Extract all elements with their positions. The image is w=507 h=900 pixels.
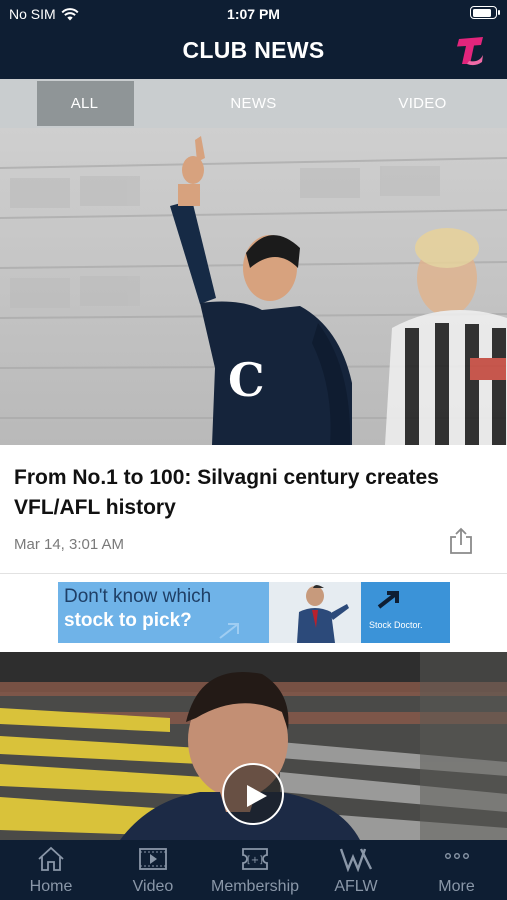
tab-news-label: NEWS	[230, 95, 277, 112]
nav-aflw-label: AFLW	[334, 878, 378, 895]
ad-arrow-icon	[219, 623, 239, 639]
telstra-logo-icon[interactable]	[453, 33, 487, 67]
nav-home-label: Home	[29, 878, 73, 895]
tab-video-label: VIDEO	[398, 95, 447, 112]
tab-news[interactable]: NEWS	[169, 79, 338, 128]
ad-brand-label: Stock Doctor.	[369, 620, 423, 630]
battery-icon	[470, 6, 500, 19]
nav-more[interactable]: More	[406, 840, 507, 900]
tab-all[interactable]: ALL	[0, 79, 169, 128]
play-button[interactable]	[222, 763, 284, 825]
nav-more-label: More	[438, 878, 475, 895]
divider	[0, 573, 507, 574]
nav-video[interactable]: Video	[102, 840, 204, 900]
video-icon	[139, 848, 167, 870]
page-title: CLUB NEWS	[182, 37, 325, 63]
app-screen: No SIM 1:07 PM CLUB NEWS ALL NEWS VIDEO	[0, 0, 507, 900]
svg-text:C: C	[228, 353, 265, 407]
featured-article-image[interactable]: C	[0, 128, 507, 445]
ad-headline-line2: stock to pick?	[64, 610, 192, 631]
more-icon	[444, 852, 469, 859]
nav-aflw[interactable]: AFLW	[306, 840, 406, 900]
ad-brand-arrow-icon	[377, 591, 399, 609]
top-bar: No SIM 1:07 PM CLUB NEWS	[0, 0, 507, 79]
battery-level	[472, 8, 492, 17]
nav-membership-label: Membership	[210, 878, 300, 895]
nav-membership[interactable]: [+] Membership	[204, 840, 306, 900]
player-photo: C	[0, 128, 507, 445]
ad-photo	[269, 582, 361, 643]
filter-tabs: ALL NEWS VIDEO	[0, 79, 507, 128]
ad-brand-panel	[361, 582, 450, 643]
membership-icon: [+]	[242, 848, 268, 870]
ad-headline-line1: Don't know which	[64, 586, 212, 607]
bottom-nav: Home Video [+] Membership AFLW More	[0, 840, 507, 900]
tab-all-label: ALL	[70, 95, 99, 112]
businessman-illustration	[269, 582, 361, 643]
status-time: 1:07 PM	[227, 6, 280, 22]
svg-text:[+]: [+]	[247, 855, 263, 866]
status-bar: No SIM 1:07 PM	[0, 0, 507, 28]
nav-video-label: Video	[132, 878, 174, 895]
home-icon	[38, 846, 64, 871]
article-date: Mar 14, 3:01 AM	[14, 536, 125, 553]
aflw-icon	[339, 848, 373, 872]
share-icon[interactable]	[446, 526, 476, 556]
play-icon	[247, 785, 267, 807]
ad-banner[interactable]: Don't know which stock to pick? Stock Do…	[58, 582, 450, 643]
nav-home[interactable]: Home	[0, 840, 102, 900]
article-title[interactable]: From No.1 to 100: Silvagni century creat…	[14, 463, 494, 523]
tab-video[interactable]: VIDEO	[338, 79, 507, 128]
